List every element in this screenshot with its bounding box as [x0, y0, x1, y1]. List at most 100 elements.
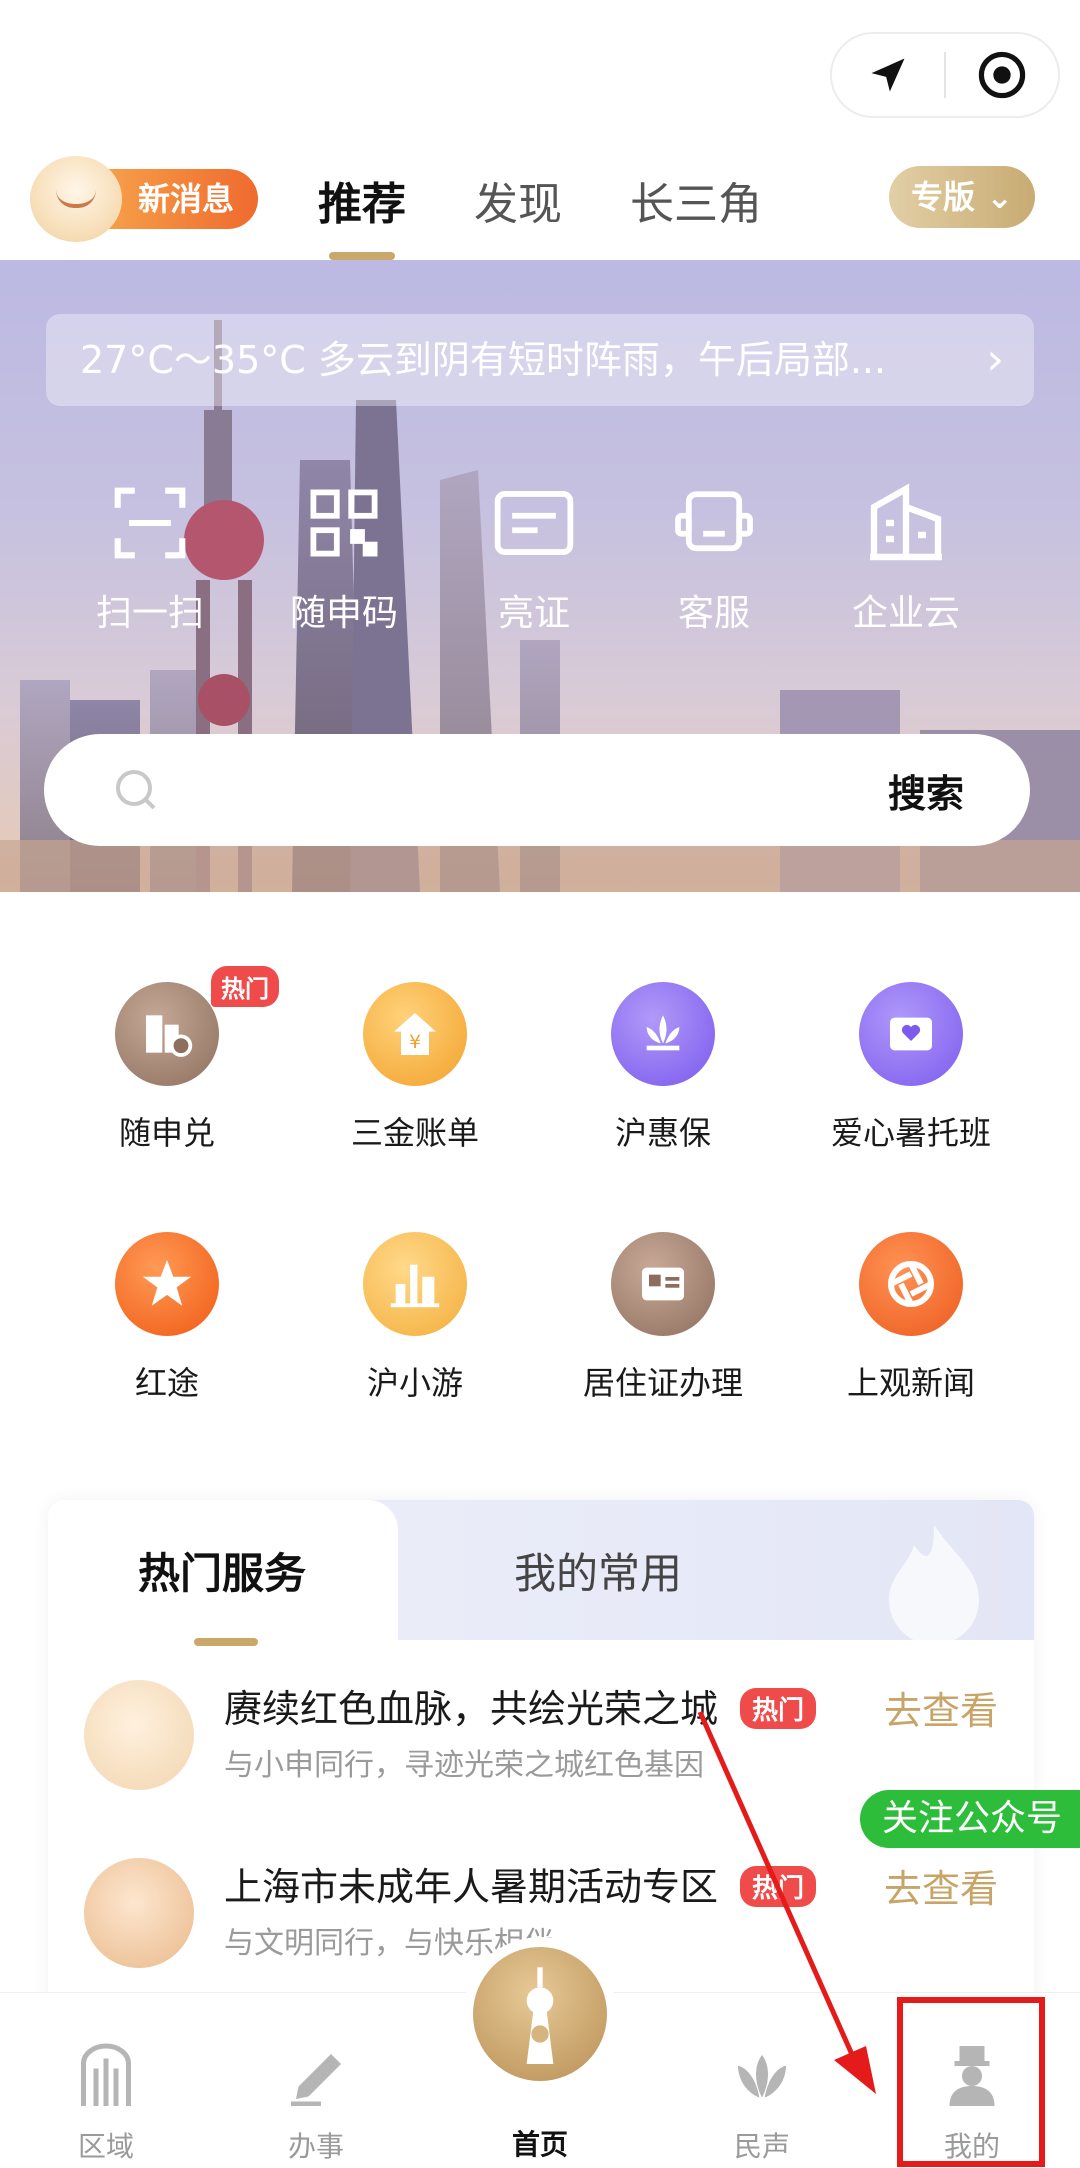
list-item-title: 上海市未成年人暑期活动专区 — [224, 1865, 719, 1909]
coupon-building-icon — [115, 982, 219, 1086]
tab-home[interactable]: 首页 — [460, 1947, 620, 2168]
city-landmark-icon — [363, 1232, 467, 1336]
chevron-right-icon: › — [986, 334, 1004, 385]
red-star-icon — [115, 1232, 219, 1336]
grid-item-suishendui[interactable]: 热门 随申兑 — [43, 960, 291, 1210]
grid-item-hongtu[interactable]: 红途 — [43, 1210, 291, 1460]
edition-button[interactable]: 专版 ⌄ — [889, 166, 1035, 228]
service-grid-row: 红途 沪小游 居住证办理 上观新闻 — [0, 1210, 1080, 1460]
grid-item-huxiaoyou[interactable]: 沪小游 — [291, 1210, 539, 1460]
tab-label: 民声 — [733, 2130, 790, 2163]
top-tabs: 推荐 发现 长三角 — [318, 168, 762, 248]
new-message-badge[interactable]: 新消息 — [30, 156, 259, 242]
arch-icon — [26, 2013, 186, 2109]
service-grid-row: 热门 随申兑 ¥ 三金账单 沪惠保 爱心暑托班 — [0, 960, 1080, 1210]
quick-show-id[interactable]: 亮证 — [434, 478, 634, 636]
grid-item-label: 沪惠保 — [614, 1114, 711, 1152]
quick-enterprise-cloud-label: 企业云 — [851, 593, 960, 634]
search-icon — [116, 770, 156, 810]
hot-services-card: 热门服务 我的常用 赓续红色血脉，共绘光荣之城 热门 与小申同行，寻迹光荣之城红… — [48, 1500, 1034, 2020]
youth-summer-thumbnail — [84, 1858, 194, 1968]
target-icon — [978, 51, 1026, 99]
grid-item-label: 爱心暑托班 — [830, 1114, 991, 1152]
tab-mine[interactable]: 我的 — [892, 1993, 1052, 2168]
view-button[interactable]: 去查看 — [884, 1680, 998, 1735]
tab-services[interactable]: 办事 — [236, 1993, 396, 2168]
search-button[interactable]: 搜索 — [888, 763, 964, 818]
building-icon — [806, 478, 1006, 568]
house-yuan-icon: ¥ — [363, 982, 467, 1086]
quick-show-id-label: 亮证 — [497, 593, 570, 634]
close-target-button[interactable] — [946, 34, 1058, 116]
red-culture-thumbnail — [84, 1680, 194, 1790]
chevron-down-icon: ⌄ — [986, 178, 1013, 216]
header: 新消息 推荐 发现 长三角 专版 ⌄ — [0, 150, 1080, 260]
follow-official-account-tag[interactable]: 关注公众号 — [859, 1790, 1080, 1848]
tab-label: 办事 — [287, 2130, 344, 2163]
tab-label: 我的 — [943, 2130, 1000, 2163]
quick-qr-code[interactable]: 随申码 — [244, 478, 444, 636]
mini-program-capsule — [830, 32, 1060, 118]
grid-item-sanjin-bill[interactable]: ¥ 三金账单 — [291, 960, 539, 1210]
hot-badge: 热门 — [740, 1688, 817, 1729]
tab-my-favorites[interactable]: 我的常用 — [514, 1540, 682, 1601]
tab-discover[interactable]: 发现 — [474, 168, 562, 248]
grid-item-huhuibao[interactable]: 沪惠保 — [539, 960, 787, 1210]
service-grid: 热门 随申兑 ¥ 三金账单 沪惠保 爱心暑托班 红途 沪小游 居住证办理 上观新… — [0, 960, 1080, 1460]
scan-icon — [50, 478, 250, 568]
weather-text: 27°C～35°C 多云到阴有短时阵雨，午后局部... — [80, 338, 887, 382]
shutter-icon — [859, 1232, 963, 1336]
search-bar[interactable]: 搜索 — [44, 734, 1030, 846]
location-button[interactable] — [832, 34, 944, 116]
hot-badge: 热门 — [211, 966, 279, 1007]
quick-customer-service[interactable]: 客服 — [614, 478, 814, 636]
grid-item-label: 红途 — [134, 1364, 199, 1402]
list-item-title: 赓续红色血脉，共绘光荣之城 — [224, 1687, 719, 1731]
tab-label: 首页 — [511, 2128, 568, 2161]
weather-bar[interactable]: 27°C～35°C 多云到阴有短时阵雨，午后局部... › — [46, 314, 1034, 406]
quick-enterprise-cloud[interactable]: 企业云 — [806, 478, 1006, 636]
id-card-icon — [434, 478, 634, 568]
tab-hot-services[interactable]: 热门服务 — [138, 1540, 306, 1601]
services-tabs: 热门服务 我的常用 — [48, 1500, 1034, 1646]
qr-code-icon — [244, 478, 444, 568]
hot-badge: 热门 — [740, 1866, 817, 1907]
hero-banner: 27°C～35°C 多云到阴有短时阵雨，午后局部... › 扫一扫 随申码 亮证… — [0, 260, 1080, 892]
edition-label: 专版 — [911, 178, 976, 216]
residence-card-icon — [611, 1232, 715, 1336]
flower-icon — [682, 2013, 842, 2109]
new-message-label: 新消息 — [98, 169, 259, 229]
list-item-subtitle: 与小申同行，寻迹光荣之城红色基因 — [224, 1748, 704, 1783]
tab-label: 区域 — [77, 2130, 134, 2163]
grid-item-label: 沪小游 — [366, 1364, 463, 1402]
grid-item-summer-care[interactable]: 爱心暑托班 — [787, 960, 1035, 1210]
quick-qr-code-label: 随申码 — [289, 593, 398, 634]
heart-book-icon — [859, 982, 963, 1086]
grid-item-label: 上观新闻 — [846, 1364, 975, 1402]
quick-actions: 扫一扫 随申码 亮证 客服 企业云 — [0, 478, 1080, 636]
tab-region[interactable]: 区域 — [26, 1993, 186, 2168]
navigation-arrow-icon — [871, 58, 905, 92]
grid-item-label: 随申兑 — [118, 1114, 215, 1152]
pen-icon — [236, 2013, 396, 2109]
list-item-subtitle: 与文明同行，与快乐相伴 — [224, 1926, 554, 1961]
headset-icon — [614, 478, 814, 568]
tab-yangtze-delta[interactable]: 长三角 — [630, 168, 762, 248]
grid-item-shangguan-news[interactable]: 上观新闻 — [787, 1210, 1035, 1460]
grid-item-label: 居住证办理 — [582, 1364, 743, 1402]
tower-icon — [473, 1947, 607, 2081]
quick-customer-service-label: 客服 — [677, 593, 750, 634]
flame-icon — [889, 1525, 979, 1645]
mascot-avatar — [30, 156, 122, 242]
tab-recommend[interactable]: 推荐 — [318, 168, 406, 248]
grid-item-residence-permit[interactable]: 居住证办理 — [539, 1210, 787, 1460]
lotus-icon — [611, 982, 715, 1086]
svg-text:¥: ¥ — [409, 1032, 421, 1053]
bottom-tab-bar: 区域 办事 首页 民声 我的 — [0, 1947, 1080, 2168]
tab-public-voice[interactable]: 民声 — [682, 1993, 842, 2168]
quick-scan-label: 扫一扫 — [95, 593, 204, 634]
quick-scan[interactable]: 扫一扫 — [50, 478, 250, 636]
view-button[interactable]: 去查看 — [884, 1858, 998, 1913]
person-icon — [892, 2013, 1052, 2109]
grid-item-label: 三金账单 — [350, 1114, 479, 1152]
